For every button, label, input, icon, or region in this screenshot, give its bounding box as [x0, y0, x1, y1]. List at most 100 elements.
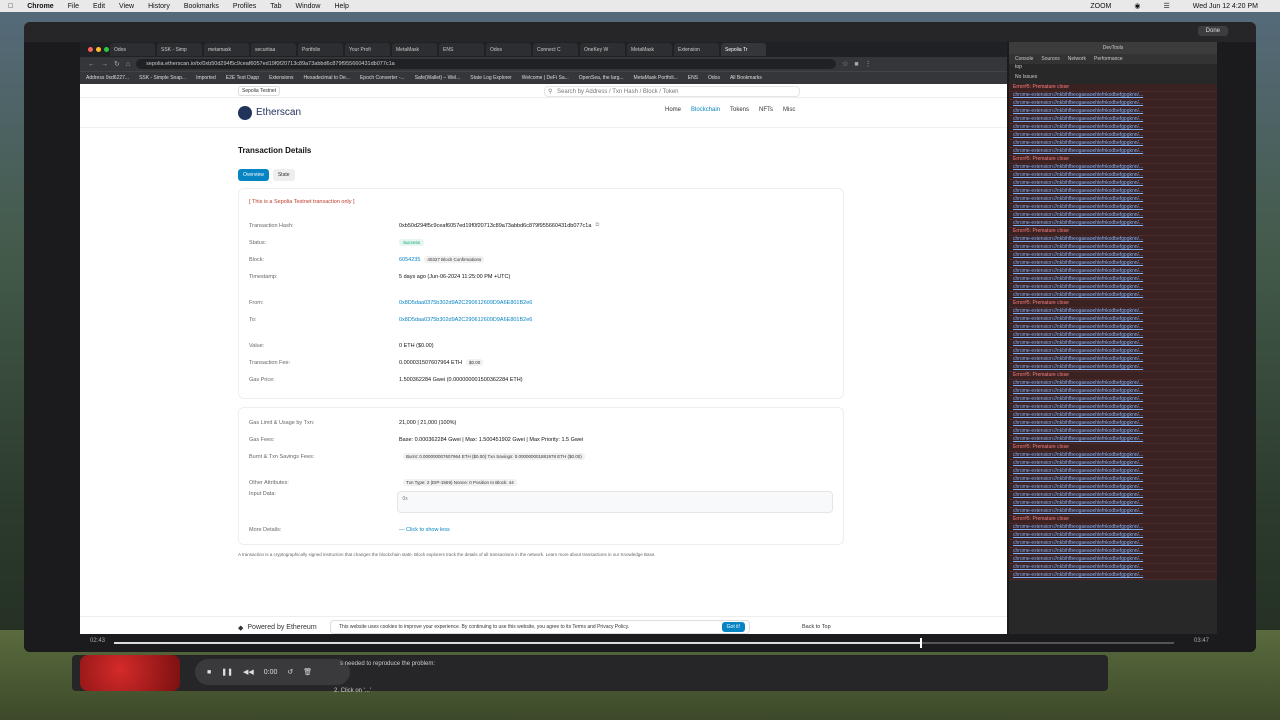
tab-state[interactable]: State — [272, 169, 295, 181]
browser-tab[interactable]: Portfolio — [298, 43, 343, 56]
menu-tab[interactable]: Tab — [270, 3, 281, 10]
rewind-icon[interactable]: ◀◀ — [243, 668, 254, 676]
zoom-window-icon[interactable] — [104, 47, 109, 52]
recording-scrubber[interactable]: 02:43 03:47 — [24, 634, 1256, 652]
apple-icon[interactable]:  — [8, 3, 13, 10]
menu-window[interactable]: Window — [296, 3, 321, 10]
bookmark-item[interactable]: State Log Explorer — [470, 75, 511, 81]
wifi-icon[interactable]: ◉ — [1134, 2, 1140, 10]
console-link-line: chrome-extension://nkbihfbeogaeaoehlefnk… — [1009, 148, 1217, 156]
menu-kebab-icon[interactable]: ⋮ — [865, 60, 872, 68]
tab-overview[interactable]: Overview — [238, 169, 269, 181]
url-bar[interactable]: sepolia.etherscan.io/tx/0xb50d294f5c9cea… — [136, 59, 837, 69]
console-error-line: Error#5: Premature close — [1009, 228, 1217, 236]
block-link[interactable]: 6054235 — [399, 257, 420, 263]
menu-help[interactable]: Help — [334, 3, 348, 10]
home-icon[interactable]: ⌂ — [126, 61, 130, 68]
bookmark-item[interactable]: Imported — [196, 75, 216, 81]
input-data-field[interactable]: 0x — [397, 491, 833, 513]
from-address-link[interactable]: 0x8D5daa0375b302d9A2C290612609D9A6E801B2… — [399, 300, 532, 306]
browser-tab[interactable]: Connect C — [533, 43, 578, 56]
recorder-done-button[interactable]: Done — [1197, 26, 1228, 36]
menu-view[interactable]: View — [119, 3, 134, 10]
undo-icon[interactable]: ↺ — [287, 668, 293, 676]
to-address-link[interactable]: 0x8D5daa0375b302d9A2C290612609D9A6E801B2… — [399, 317, 532, 323]
bookmark-item[interactable]: OpenSea, the larg... — [579, 75, 624, 81]
close-window-icon[interactable] — [88, 47, 93, 52]
nav-blockchain[interactable]: Blockchain — [691, 107, 720, 113]
row-tx-hash: Transaction Hash: 0xb50d294f5c9ceaf6057ed… — [249, 217, 833, 234]
trash-icon[interactable]: 🗑 — [303, 668, 312, 676]
more-details-card: Gas Limit & Usage by Txn: 21,000 | 21,000… — [238, 407, 844, 545]
top-strip: Sepolia Testnet ⚲ Search by Address / Tx… — [80, 84, 1007, 98]
browser-tab[interactable]: SSK - Simp — [157, 43, 202, 56]
back-to-top-link[interactable]: Back to Top — [802, 624, 831, 630]
bookmark-item[interactable]: Safe{Wallet} – Wel... — [415, 75, 461, 81]
control-center-icon[interactable]: ☰ — [1163, 2, 1169, 10]
minimize-window-icon[interactable] — [96, 47, 101, 52]
cookie-accept-button[interactable]: Got it! — [721, 622, 745, 632]
nav-misc[interactable]: Misc — [783, 107, 795, 113]
back-icon[interactable]: ← — [88, 61, 95, 68]
menu-history[interactable]: History — [148, 3, 170, 10]
console-error-line: Error#5: Premature close — [1009, 444, 1217, 452]
bookmark-item[interactable]: Address 0xd6227... — [86, 75, 129, 81]
zoom-status-icon[interactable]: ZOOM — [1090, 3, 1111, 10]
footnote: A transaction is a cryptographically sig… — [238, 552, 656, 557]
stop-icon[interactable]: ■ — [207, 669, 211, 676]
console-log: Error#5: Premature close chrome-extension… — [1009, 84, 1217, 580]
browser-tab[interactable]: Odos — [486, 43, 531, 56]
browser-tab[interactable]: securitaa — [251, 43, 296, 56]
devtools-tab-console[interactable]: Console — [1015, 56, 1033, 62]
nav-tokens[interactable]: Tokens — [730, 107, 749, 113]
devtools-tab-performance[interactable]: Performance — [1094, 56, 1123, 62]
menu-edit[interactable]: Edit — [93, 3, 105, 10]
bookmark-item[interactable]: All Bookmarks — [730, 75, 762, 81]
scrubber-track[interactable] — [114, 638, 1174, 648]
bookmark-item[interactable]: ENS — [688, 75, 698, 81]
nav-home[interactable]: Home — [665, 107, 681, 113]
copy-icon[interactable]: ⧉ — [595, 222, 599, 229]
menu-file[interactable]: File — [68, 3, 79, 10]
bookmark-star-icon[interactable]: ☆ — [842, 60, 848, 68]
bookmark-item[interactable]: SSK - Simple Snap... — [139, 75, 186, 81]
scrubber-handle[interactable] — [919, 638, 922, 648]
extensions-icon[interactable]: ■ — [854, 61, 858, 68]
console-link-line: chrome-extension://nkbihfbeogaeaoehlefnk… — [1009, 452, 1217, 460]
reload-icon[interactable]: ↻ — [114, 60, 120, 68]
row-label: Burnt & Txn Savings Fees: — [249, 453, 315, 460]
network-badge[interactable]: Sepolia Testnet — [238, 85, 281, 96]
bookmark-item[interactable]: MetaMask Portfoli... — [634, 75, 678, 81]
menu-bookmarks[interactable]: Bookmarks — [184, 3, 219, 10]
browser-tab[interactable]: OneKey W — [580, 43, 625, 56]
bookmark-item[interactable]: Odos — [708, 75, 720, 81]
browser-tab[interactable]: metamask — [204, 43, 249, 56]
bookmark-item[interactable]: E2E Test Dapp — [226, 75, 259, 81]
show-less-link[interactable]: — Click to show less — [399, 527, 450, 533]
pause-icon[interactable]: ❚❚ — [221, 668, 233, 676]
browser-tab[interactable]: MetaMask — [392, 43, 437, 56]
browser-tab[interactable]: Your Profi — [345, 43, 390, 56]
devtools-tabs: Console Sources Network Performance — [1009, 54, 1217, 64]
etherscan-logo[interactable]: Etherscan — [238, 105, 301, 120]
forward-icon[interactable]: → — [101, 61, 108, 68]
browser-tab[interactable]: Odos — [110, 43, 155, 56]
browser-tab[interactable]: ENS — [439, 43, 484, 56]
browser-tab[interactable]: Extension — [674, 43, 719, 56]
bookmark-item[interactable]: Hexadecimal to De... — [304, 75, 350, 81]
bookmark-item[interactable]: Epoch Converter -... — [360, 75, 405, 81]
bookmark-item[interactable]: Welcome | DeFi Sa... — [522, 75, 569, 81]
menubar-clock[interactable]: Wed Jun 12 4:20 PM — [1193, 3, 1258, 10]
menu-profiles[interactable]: Profiles — [233, 3, 256, 10]
menubar-app-name[interactable]: Chrome — [27, 3, 53, 10]
search-input[interactable]: ⚲ Search by Address / Txn Hash / Block /… — [544, 86, 800, 97]
devtools-tab-network[interactable]: Network — [1068, 56, 1086, 62]
issue-step-2: 2. Click on '...' — [334, 688, 371, 694]
devtools-tab-sources[interactable]: Sources — [1041, 56, 1059, 62]
browser-tab[interactable]: Sepolia Tr — [721, 43, 766, 56]
browser-tab[interactable]: MetaMask — [627, 43, 672, 56]
nav-nfts[interactable]: NFTs — [759, 107, 773, 113]
devtools-filter[interactable]: top — [1009, 64, 1217, 74]
bookmark-item[interactable]: Extensions — [269, 75, 293, 81]
console-link-line: chrome-extension://nkbihfbeogaeaoehlefnk… — [1009, 500, 1217, 508]
